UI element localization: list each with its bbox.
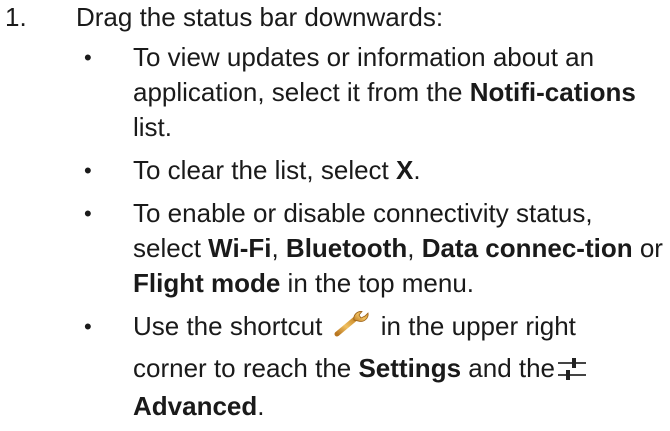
bullet-marker: • xyxy=(84,45,92,70)
bullet-marker: • xyxy=(84,314,92,339)
list-item: • To clear the list, select X. xyxy=(0,153,670,188)
instruction-step: 1. Drag the status bar downwards: • To v… xyxy=(0,0,670,424)
bullet-text: Use the shortcut xyxy=(133,311,323,341)
bullet-text: . xyxy=(257,391,265,421)
list-item: • To view updates or information about a… xyxy=(0,40,670,145)
sliders-icon xyxy=(555,354,587,389)
bullet-marker: • xyxy=(84,158,92,183)
list-item: • To enable or disable connectivity stat… xyxy=(0,196,670,301)
bullet-text: , xyxy=(271,233,286,263)
bullet-list: • To view updates or information about a… xyxy=(0,40,670,424)
bold-term: Notifi-cations xyxy=(469,77,636,107)
bullet-text: To clear the list, select xyxy=(133,155,396,185)
bullet-text: and the xyxy=(461,353,556,383)
bold-term: Wi-Fi xyxy=(208,233,272,263)
bullet-marker: • xyxy=(84,201,92,226)
list-item: • Use the shortcut in the upper right co… xyxy=(0,309,670,424)
step-text: Drag the status bar downwards: xyxy=(76,2,444,32)
bullet-text: in the top menu. xyxy=(280,268,475,298)
bold-term: Settings xyxy=(358,353,462,383)
step-number: 1. xyxy=(5,2,27,32)
bullet-text: corner to reach the xyxy=(133,353,359,383)
step-header: 1. Drag the status bar downwards: xyxy=(0,0,670,36)
bold-term: Bluetooth xyxy=(285,233,408,263)
wrench-icon xyxy=(330,310,374,347)
bullet-text: or xyxy=(632,233,663,263)
bold-term: X xyxy=(396,155,414,185)
bold-term: Data connec-tion xyxy=(421,233,633,263)
bold-term: Flight mode xyxy=(133,268,281,298)
bold-term: Advanced xyxy=(133,391,258,421)
bullet-text: list. xyxy=(133,112,172,142)
bullet-text: . xyxy=(413,155,421,185)
bullet-line: corner to reach the Settings and the xyxy=(133,351,666,389)
bullet-text: in the upper right xyxy=(380,311,576,341)
bullet-text: , xyxy=(407,233,422,263)
